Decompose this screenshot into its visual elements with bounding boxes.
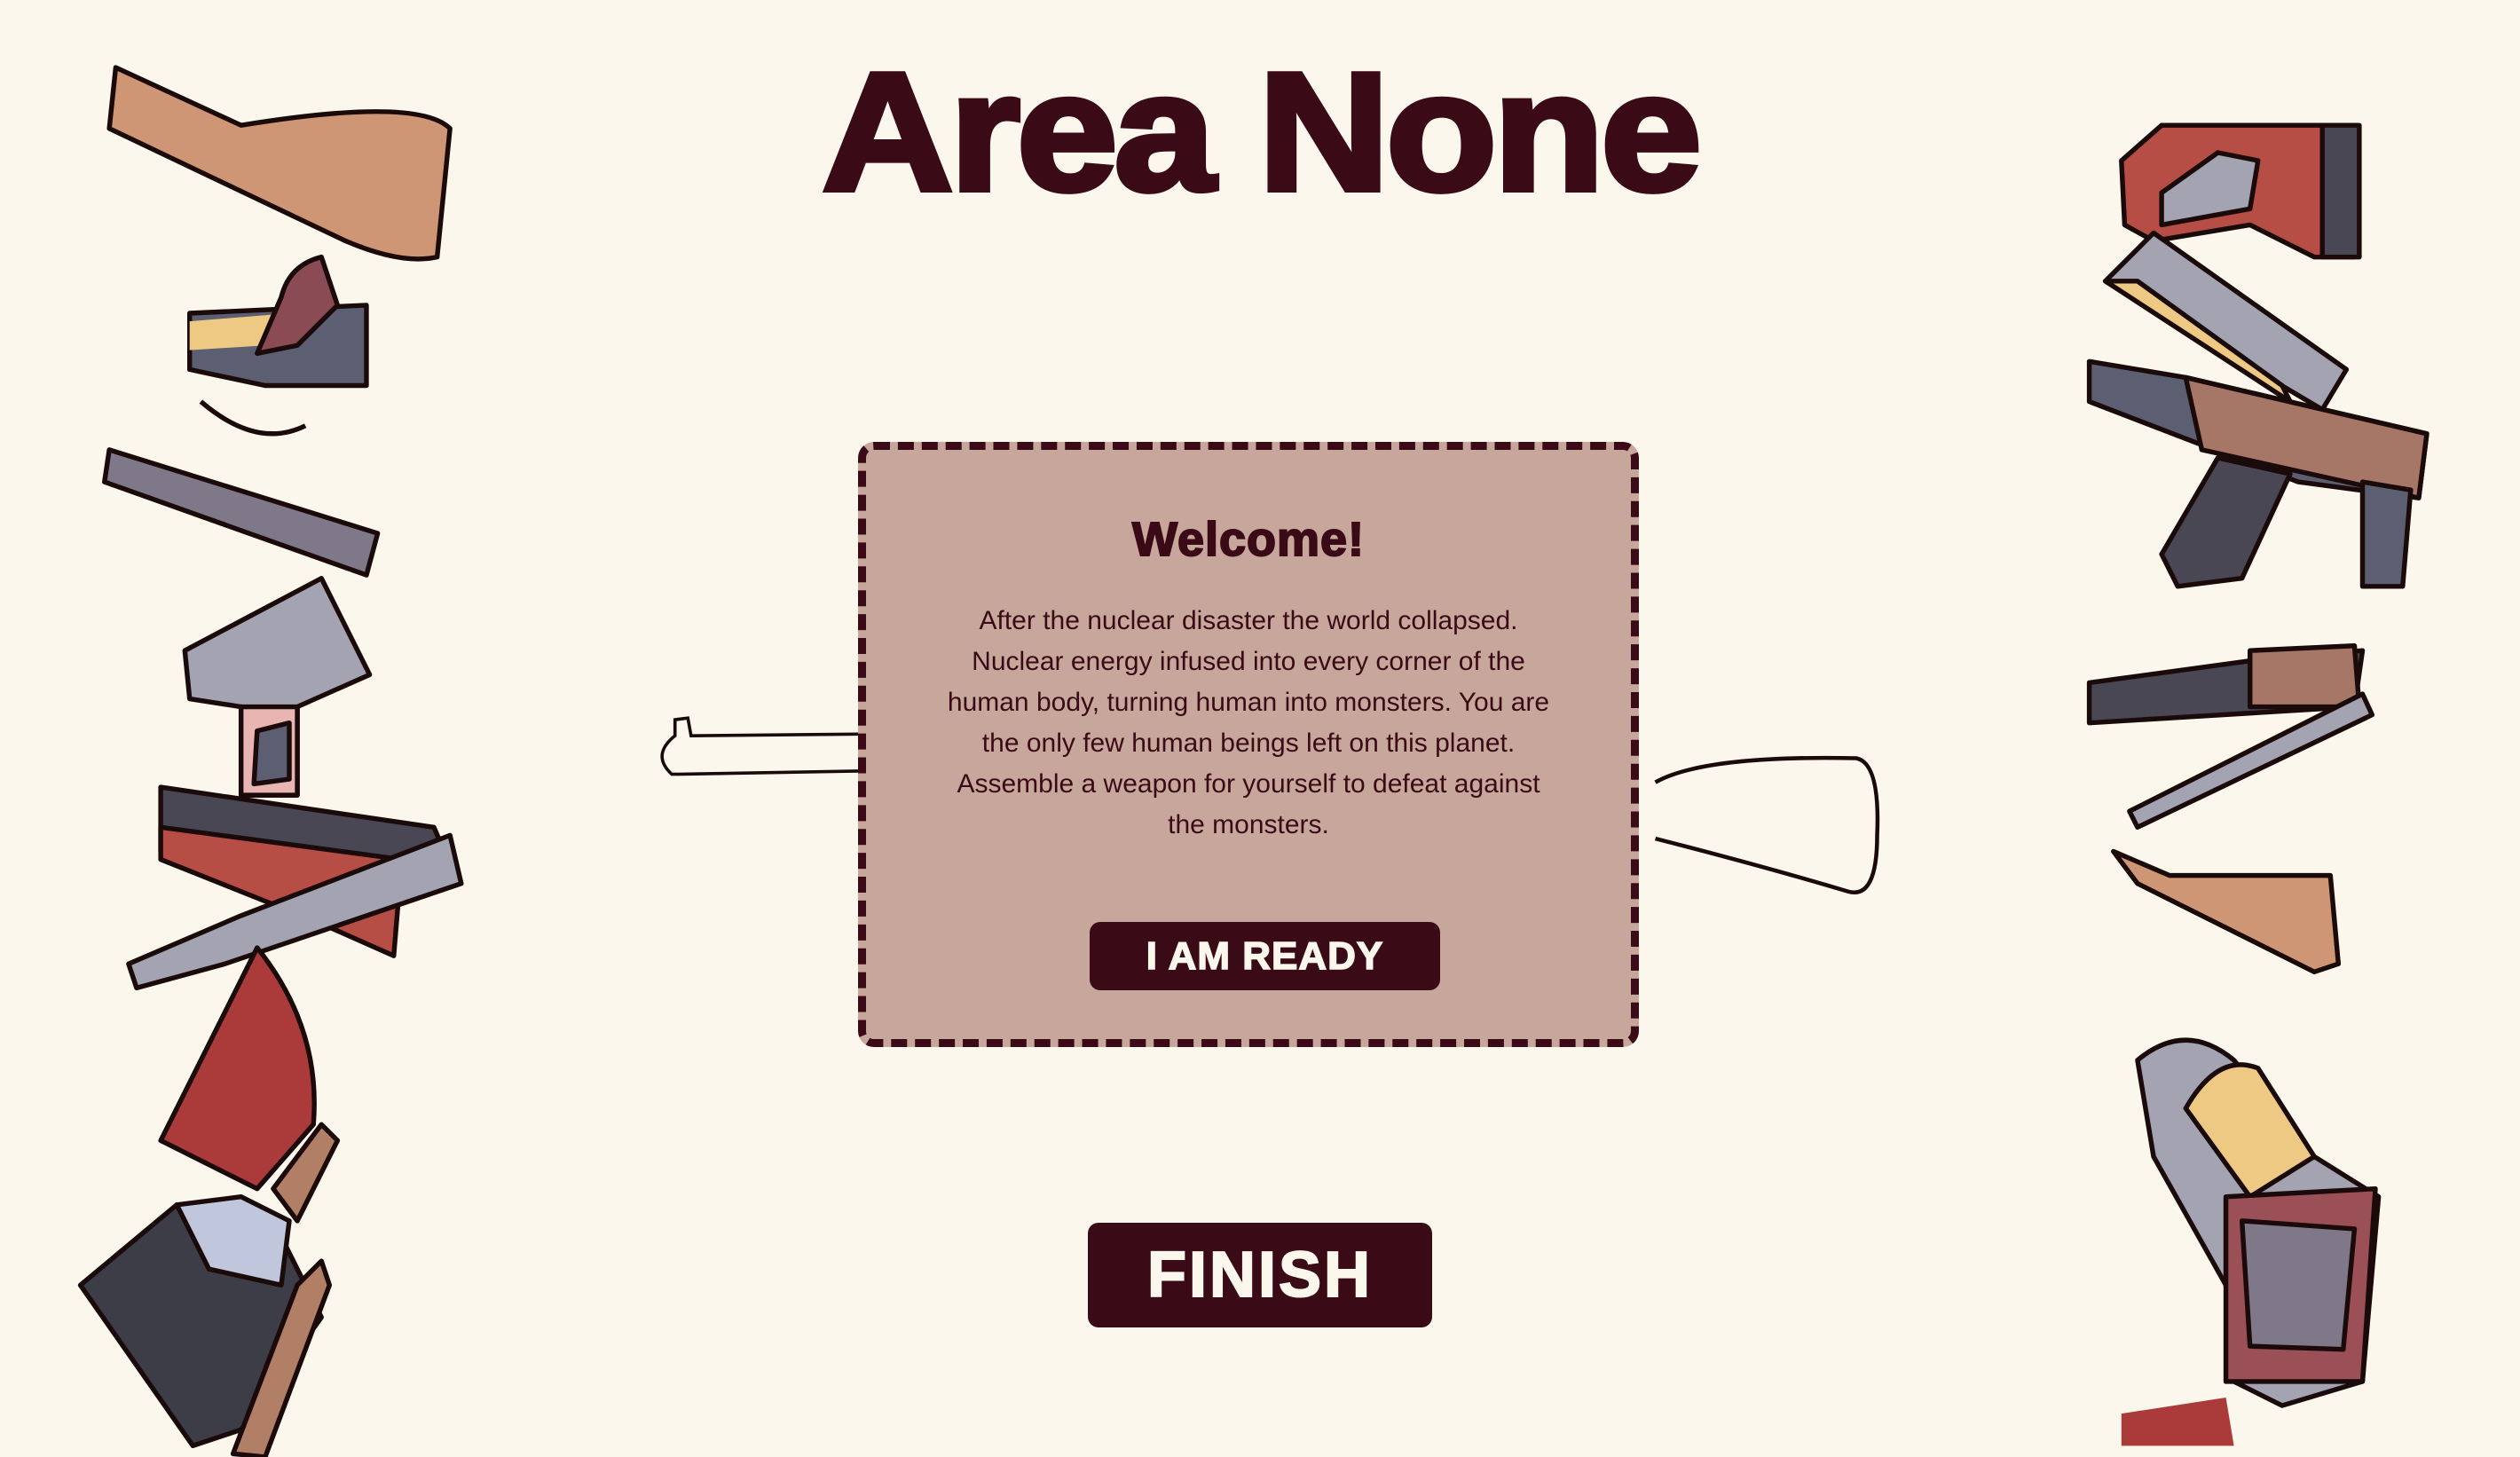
i-am-ready-button[interactable]: I AM READY	[1090, 922, 1440, 990]
barrel-outline	[660, 716, 859, 776]
welcome-dialog: Welcome! After the nuclear disaster the …	[858, 442, 1639, 1047]
welcome-heading: Welcome!	[1131, 512, 1366, 567]
welcome-text: After the nuclear disaster the world col…	[947, 606, 1550, 839]
ak-magazine-part	[2159, 455, 2293, 589]
finish-button[interactable]: FINISH	[1088, 1223, 1432, 1327]
stock-outline	[1654, 755, 1880, 894]
game-title: Area None	[819, 35, 1705, 229]
barrel-part	[102, 447, 381, 578]
stock-part-right	[2111, 848, 2342, 974]
grip-part	[158, 945, 317, 1192]
